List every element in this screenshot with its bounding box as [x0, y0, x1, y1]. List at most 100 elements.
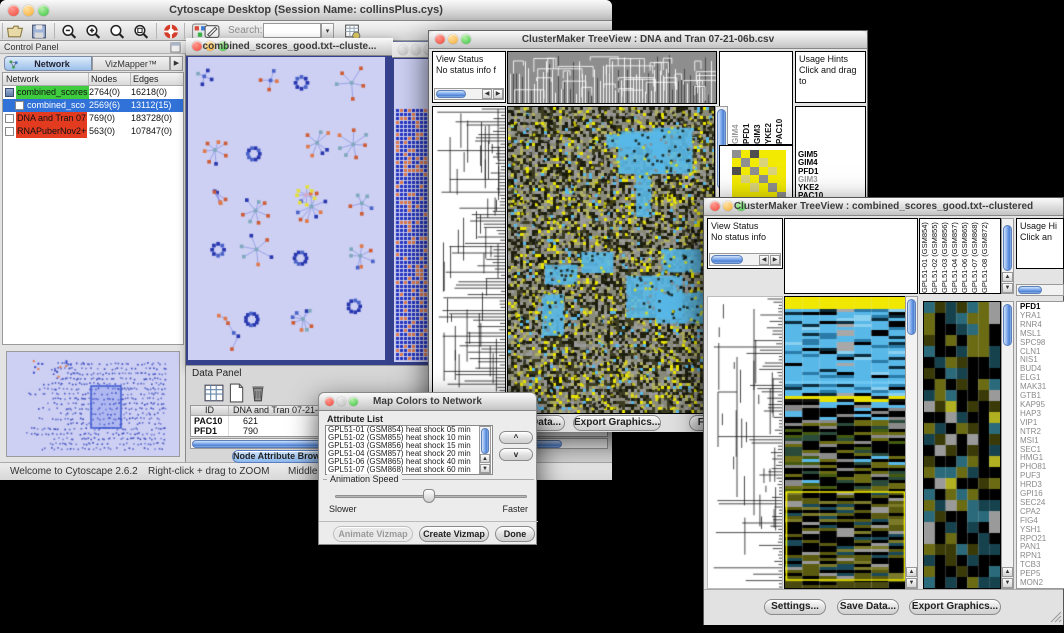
move-down-button[interactable]: v [499, 448, 533, 461]
network-view-titlebar[interactable]: combined_scores_good.txt--cluste... [186, 38, 393, 56]
move-up-button[interactable]: ^ [499, 431, 533, 444]
network-tree-row[interactable]: DNA and Tran 07769(0)183728(0) [3, 112, 183, 125]
col-header-network[interactable]: Network [3, 73, 89, 85]
tv2-column-label[interactable]: GPL51-04 (GSM857) [950, 219, 960, 293]
tv1-column-label[interactable]: PAC10 [775, 52, 786, 144]
treeview2-titlebar[interactable]: ClusterMaker TreeView : combined_scores_… [704, 198, 1063, 216]
open-file-icon[interactable] [6, 23, 24, 40]
dialog-titlebar[interactable]: Map Colors to Network [319, 393, 536, 411]
resize-grip[interactable] [1050, 611, 1062, 623]
scroll-down-icon[interactable]: ▼ [1002, 283, 1013, 293]
tv2-column-label[interactable]: GPL51-01 (GSM854) [920, 219, 930, 293]
tv2-button-export-graphics-[interactable]: Export Graphics... [909, 599, 1001, 615]
tv2-gene-label[interactable]: YSH1 [1020, 526, 1064, 535]
network-overview-canvas[interactable] [7, 352, 179, 456]
tv2-column-label[interactable]: GPL51-03 (GSM856) [940, 219, 950, 293]
tv2-gene-label[interactable]: SEC24 [1020, 499, 1064, 508]
tv1-status-hscrollbar[interactable]: ◀ ▶ [434, 88, 504, 100]
tv1-row-dendrogram[interactable] [432, 106, 506, 414]
zoom-selected-icon[interactable] [108, 23, 126, 40]
network-name-cell[interactable]: combined_scores [3, 86, 89, 99]
delete-attribute-icon[interactable] [248, 383, 268, 403]
animation-speed-slider-thumb[interactable] [423, 489, 435, 503]
tv2-gene-label[interactable]: PFD1 [1020, 303, 1064, 312]
tv2-usage-hscrollbar[interactable] [1016, 284, 1064, 296]
help-lifering-icon[interactable] [162, 23, 180, 40]
zoom-fit-icon[interactable] [132, 23, 150, 40]
tv2-gene-label[interactable]: SEC1 [1020, 446, 1064, 455]
attr-col-id[interactable]: ID [191, 406, 229, 415]
scroll-up-icon[interactable]: ▲ [1002, 567, 1013, 577]
tv2-heatmap-vscrollbar[interactable]: ▲ ▼ [905, 296, 918, 589]
tv2-zoom-heatmap[interactable] [923, 301, 1001, 589]
scroll-left-icon[interactable]: ◀ [759, 255, 769, 265]
zoom-in-icon[interactable] [84, 23, 102, 40]
tv2-gene-label[interactable]: MSI1 [1020, 437, 1064, 446]
dialog-button-animate-vizmap[interactable]: Animate Vizmap [333, 526, 413, 542]
tv1-zoom-heatmap[interactable] [732, 150, 786, 200]
attribute-list-item[interactable]: GPL51-07 (GSM868) heat shock 60 min [328, 466, 492, 474]
tv2-zoom-vscrollbar[interactable]: ▲ ▼ [1001, 301, 1014, 589]
search-input[interactable] [263, 23, 321, 38]
tv2-gene-label[interactable]: RNR4 [1020, 321, 1064, 330]
tv2-gene-label[interactable]: TCB3 [1020, 561, 1064, 570]
network-name-cell[interactable]: combined_sco [3, 99, 89, 112]
tv2-column-label[interactable]: GPL51-07 (GSM868) [970, 219, 980, 293]
tv2-gene-label[interactable]: PHO81 [1020, 463, 1064, 472]
tv1-column-label[interactable]: GIM3 [753, 52, 764, 144]
scroll-down-icon[interactable]: ▼ [906, 578, 917, 588]
tv2-column-dendrogram-area[interactable] [784, 218, 918, 294]
tv1-column-label[interactable]: YKE2 [764, 52, 775, 144]
tv2-global-heatmap[interactable] [784, 296, 907, 589]
tv1-gene-label[interactable]: GIM3 [798, 176, 865, 184]
tv2-gene-label[interactable]: MON2 [1020, 579, 1064, 588]
tv2-gene-label[interactable]: HMG1 [1020, 454, 1064, 463]
tab-network[interactable]: Network [4, 56, 92, 71]
tab-overflow-arrow[interactable]: ▶ [170, 56, 183, 71]
tv2-gene-label[interactable]: MAK31 [1020, 383, 1064, 392]
scroll-up-icon[interactable]: ▲ [906, 567, 917, 577]
tv2-gene-label[interactable]: HAP3 [1020, 410, 1064, 419]
network-graph-canvas[interactable] [188, 57, 385, 360]
tv1-gene-label[interactable]: PFD1 [798, 168, 865, 176]
tv2-gene-label[interactable]: HRD3 [1020, 481, 1064, 490]
tv2-gene-label[interactable]: CPA2 [1020, 508, 1064, 517]
attribute-list-vscrollbar[interactable]: ▲ ▼ [479, 426, 491, 474]
scroll-down-icon[interactable]: ▼ [480, 464, 490, 473]
tv2-column-label[interactable]: GPL51-08 (GSM872) [980, 219, 990, 293]
tv2-column-label[interactable]: GPL51-06 (GSM865) [960, 219, 970, 293]
tab-vizmapper[interactable]: VizMapper™ [92, 56, 170, 71]
new-attribute-icon[interactable] [226, 383, 246, 403]
tv2-gene-label[interactable]: VIP1 [1020, 419, 1064, 428]
tv2-gene-label[interactable]: SPC98 [1020, 339, 1064, 348]
tv2-gene-label[interactable]: KAP95 [1020, 401, 1064, 410]
tv2-gene-label[interactable]: RPO21 [1020, 535, 1064, 544]
tv2-status-hscrollbar[interactable]: ◀ ▶ [709, 253, 781, 266]
tv2-row-dendrogram[interactable] [707, 296, 783, 589]
table-mode-icon[interactable] [204, 383, 224, 403]
tv1-column-dendrogram[interactable] [507, 51, 717, 104]
tv2-gene-label[interactable]: BUD4 [1020, 365, 1064, 374]
float-panel-icon[interactable] [170, 42, 181, 53]
col-header-nodes[interactable]: Nodes [89, 73, 131, 85]
tv2-gene-label[interactable]: RPN1 [1020, 552, 1064, 561]
tv2-gene-label[interactable]: CLN1 [1020, 348, 1064, 357]
tv2-gene-label[interactable]: MSL1 [1020, 330, 1064, 339]
tv1-button-export-graphics-[interactable]: Export Graphics... [573, 415, 661, 431]
network-name-cell[interactable]: DNA and Tran 07 [3, 112, 89, 125]
tv2-collabel-vscrollbar[interactable]: ▲ ▼ [1001, 218, 1014, 294]
scroll-down-icon[interactable]: ▼ [1002, 578, 1013, 588]
scroll-up-icon[interactable]: ▲ [1002, 272, 1013, 282]
zoom-out-icon[interactable] [60, 23, 78, 40]
tv2-column-label[interactable]: GPL51-02 (GSM855) [930, 219, 940, 293]
tv2-button-settings-[interactable]: Settings... [764, 599, 826, 615]
tv2-gene-label[interactable]: PAN1 [1020, 543, 1064, 552]
tv1-gene-label[interactable]: GIM4 [798, 159, 865, 167]
scroll-left-icon[interactable]: ◀ [482, 89, 492, 99]
tv2-gene-label[interactable]: PEP5 [1020, 570, 1064, 579]
tv2-gene-label[interactable]: PUF3 [1020, 472, 1064, 481]
tv2-gene-label[interactable]: NTR2 [1020, 428, 1064, 437]
tv2-gene-label[interactable]: NIS1 [1020, 356, 1064, 365]
search-dropdown-icon[interactable]: ▾ [321, 23, 334, 39]
scroll-right-icon[interactable]: ▶ [493, 89, 503, 99]
